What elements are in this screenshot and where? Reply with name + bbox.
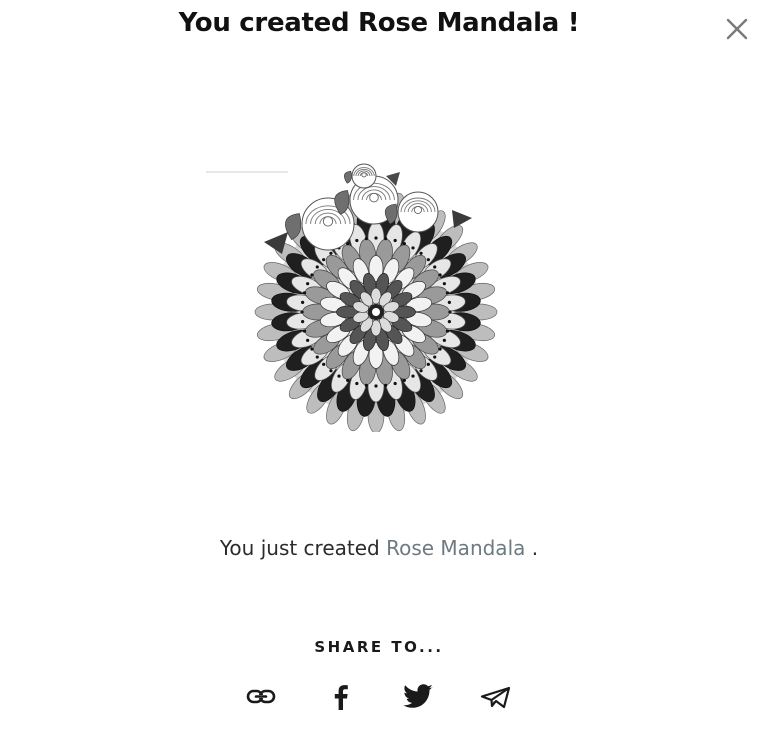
rose-mandala-artwork (196, 162, 556, 434)
facebook-icon (334, 685, 348, 710)
creation-dialog: You created Rose Mandala ! You just crea… (0, 0, 776, 731)
share-link-button[interactable] (244, 681, 278, 713)
dialog-title: You created Rose Mandala ! (178, 8, 580, 38)
share-options (244, 681, 514, 713)
telegram-icon (480, 686, 511, 709)
share-facebook-button[interactable] (324, 681, 358, 713)
creation-message: You just created Rose Mandala . (0, 536, 758, 560)
share-twitter-button[interactable] (401, 681, 435, 713)
artwork-link[interactable]: Rose Mandala (386, 536, 525, 560)
share-telegram-button[interactable] (479, 681, 513, 713)
twitter-icon (403, 684, 433, 708)
close-icon (726, 18, 748, 40)
message-prefix: You just created (219, 536, 387, 560)
link-icon (246, 689, 276, 704)
close-button[interactable] (722, 14, 752, 44)
share-label: SHARE TO... (314, 638, 444, 656)
message-suffix: . (525, 536, 539, 560)
